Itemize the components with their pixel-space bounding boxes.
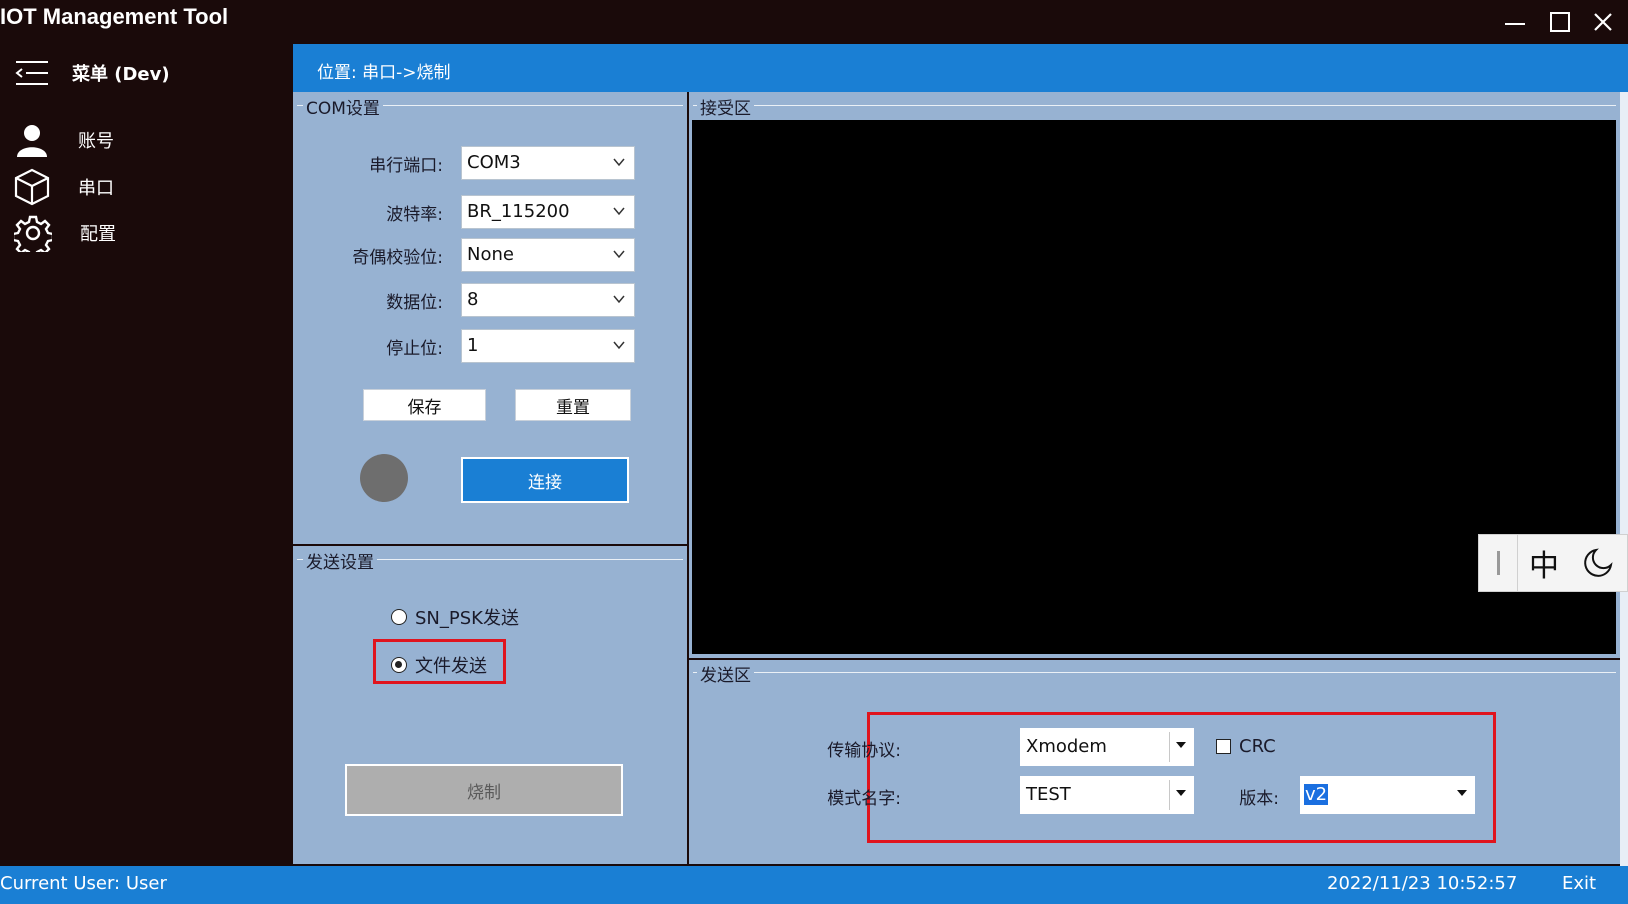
com-settings-panel: COM设置 串行端口: COM3 波特率: BR_115200 奇偶校验位: N… (293, 92, 687, 544)
save-button[interactable]: 保存 (363, 389, 486, 421)
datetime: 2022/11/23 10:52:57 (1327, 873, 1518, 894)
ime-toolbar: 中 (1478, 534, 1628, 592)
chevron-down-icon (613, 295, 625, 304)
databits-value: 8 (467, 289, 479, 310)
title-bar: IOT Management Tool (0, 0, 1628, 44)
gear-icon (14, 215, 52, 252)
dropdown-arrow-icon (1457, 790, 1467, 796)
radio-file-send[interactable]: 文件发送 (391, 652, 487, 678)
user-icon (17, 125, 47, 157)
port-label: 串行端口: (369, 156, 443, 176)
send-settings-title: 发送设置 (303, 548, 377, 573)
version-select[interactable]: v2 (1300, 776, 1475, 814)
dropdown-arrow-icon (1176, 742, 1186, 748)
com-settings-title: COM设置 (303, 94, 383, 119)
send-area-title: 发送区 (697, 661, 754, 686)
ime-mode-toggle[interactable]: 中 (1518, 535, 1570, 591)
chevron-down-icon (613, 341, 625, 350)
protocol-label: 传输协议: (827, 741, 901, 761)
sidebar-item-label: 账号 (78, 131, 114, 152)
sidebar-item-serial[interactable]: 串口 (14, 168, 114, 206)
drag-handle-bar (1496, 551, 1500, 575)
model-name-label: 模式名字: (827, 789, 901, 809)
databits-select[interactable]: 8 (461, 283, 635, 317)
send-area-panel: 发送区 传输协议: Xmodem CRC 模式名字: TEST 版本: v2 (689, 660, 1620, 864)
location-header: 位置: 串口->烧制 (293, 44, 1628, 92)
crc-label: CRC (1239, 736, 1276, 757)
group-border (693, 672, 1616, 673)
stopbits-value: 1 (467, 335, 479, 356)
cube-icon (14, 168, 50, 206)
radio-button[interactable] (391, 657, 407, 673)
sidebar-item-config[interactable]: 配置 (14, 214, 116, 252)
radio-label: 文件发送 (415, 656, 487, 677)
connection-status-indicator (360, 454, 408, 502)
chevron-down-icon (613, 250, 625, 259)
ime-theme-toggle[interactable] (1570, 535, 1626, 591)
minimize-icon (1505, 23, 1525, 25)
connect-button[interactable]: 连接 (461, 457, 629, 503)
send-settings-panel: 发送设置 SN_PSK发送 文件发送 烧制 (293, 546, 687, 864)
protocol-select[interactable]: Xmodem (1020, 728, 1194, 766)
menu-label: 菜单 (Dev) (72, 64, 170, 85)
window-edge (1620, 92, 1628, 866)
crc-checkbox[interactable]: CRC (1216, 736, 1276, 757)
moon-icon (1584, 548, 1613, 577)
current-user: Current User: User (0, 873, 167, 894)
parity-select[interactable]: None (461, 238, 635, 272)
ime-drag-handle[interactable] (1479, 535, 1518, 591)
status-bar: Current User: User 2022/11/23 10:52:57 E… (0, 866, 1628, 904)
menu-collapse-icon (15, 61, 48, 85)
burn-button[interactable]: 烧制 (345, 764, 623, 816)
version-label: 版本: (1239, 789, 1279, 809)
protocol-value: Xmodem (1026, 736, 1107, 757)
model-name-value: TEST (1026, 784, 1071, 805)
sidebar-item-label: 配置 (80, 224, 116, 245)
maximize-icon (1550, 12, 1570, 32)
parity-label: 奇偶校验位: (352, 248, 443, 268)
close-icon (1594, 13, 1612, 31)
chevron-down-icon (613, 207, 625, 216)
reset-button[interactable]: 重置 (515, 389, 631, 421)
radio-label: SN_PSK发送 (415, 608, 519, 629)
chevron-down-icon (613, 158, 625, 167)
parity-value: None (467, 244, 514, 265)
sidebar-item-account[interactable]: 账号 (14, 122, 114, 158)
radio-button[interactable] (391, 609, 407, 625)
radio-sn-psk-send[interactable]: SN_PSK发送 (391, 604, 519, 630)
minimize-button[interactable] (1500, 8, 1530, 36)
stopbits-label: 停止位: (386, 339, 443, 359)
exit-link[interactable]: Exit (1562, 873, 1596, 894)
maximize-button[interactable] (1545, 8, 1575, 36)
sidebar: 菜单 (Dev) 账号 串口 配置 (0, 44, 293, 866)
port-select[interactable]: COM3 (461, 146, 635, 180)
databits-label: 数据位: (386, 293, 443, 313)
close-button[interactable] (1588, 8, 1618, 36)
group-border (693, 105, 1616, 106)
menu-toggle[interactable]: 菜单 (Dev) (14, 58, 170, 88)
baud-select[interactable]: BR_115200 (461, 195, 635, 229)
app-title: IOT Management Tool (0, 4, 229, 29)
receive-area-title: 接受区 (697, 94, 754, 119)
checkbox[interactable] (1216, 739, 1231, 754)
breadcrumb: 位置: 串口->烧制 (317, 63, 451, 83)
combo-separator (1169, 732, 1170, 762)
stopbits-select[interactable]: 1 (461, 329, 635, 363)
sidebar-item-label: 串口 (78, 178, 114, 199)
baud-value: BR_115200 (467, 201, 570, 222)
port-value: COM3 (467, 152, 521, 173)
baud-label: 波特率: (386, 205, 443, 225)
version-value: v2 (1304, 784, 1329, 805)
